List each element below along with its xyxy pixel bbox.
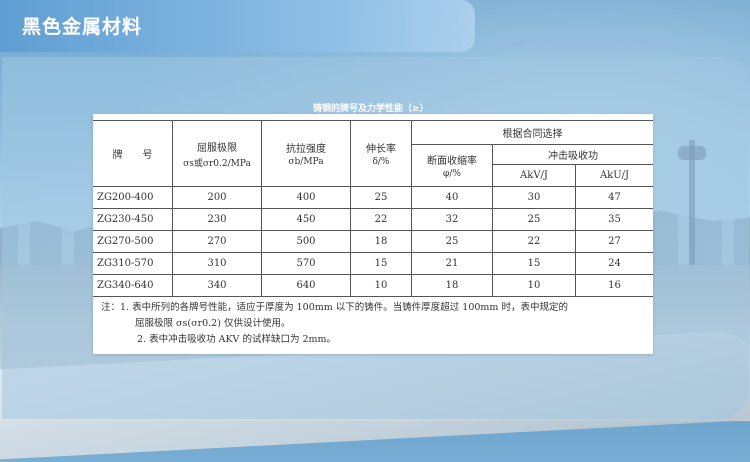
table-row: ZG270-500 270 500 18 25 22 27 — [93, 230, 653, 253]
note-line-3: 2. 表中冲击吸收功 AKV 的试样缺口为 2mm。 — [137, 334, 337, 345]
note-line-2: 屈服极限 σs(σr0.2) 仅供设计使用。 — [135, 318, 291, 329]
cell-elongation: 10 — [350, 274, 412, 297]
header-aku: AkU/J — [575, 164, 653, 187]
cell-tensile: 640 — [261, 274, 351, 297]
header-grade: 牌 号 — [93, 120, 173, 187]
header-elongation-label: 伸长率 — [366, 144, 396, 155]
table-row: ZG340-640 340 640 10 18 10 16 — [93, 274, 653, 297]
cell-akv: 15 — [492, 252, 576, 275]
document-image: 牌 号 屈服极限 σs或σr0.2/MPa 抗拉强度 σb/MPa 伸长率 δ/… — [93, 114, 653, 354]
header-reduction-unit: φ/% — [443, 169, 461, 179]
header-yield-label: 屈服极限 — [197, 142, 237, 154]
cell-aku: 24 — [575, 252, 653, 275]
cell-reduction: 25 — [411, 230, 493, 253]
table-title: 铸钢的牌号及力学性能（≥） — [313, 104, 429, 114]
cell-aku: 35 — [575, 208, 653, 231]
header-tensile: 抗拉强度 σb/MPa — [261, 120, 351, 187]
cell-tensile: 570 — [261, 252, 351, 275]
cell-elongation: 15 — [350, 252, 412, 275]
cell-reduction: 18 — [411, 274, 493, 297]
cell-tensile: 450 — [261, 208, 351, 231]
header-impact-group: 冲击吸收功 — [492, 144, 653, 165]
header-yield: 屈服极限 σs或σr0.2/MPa — [172, 120, 262, 187]
cell-reduction: 40 — [411, 186, 493, 209]
table-notes: 注：1. 表中所列的各牌号性能，适应于厚度为 100mm 以下的铸件。当铸件厚度… — [101, 300, 646, 348]
title-bar: 黑色金属材料 — [0, 0, 475, 52]
table-row: ZG310-570 310 570 15 21 15 24 — [93, 252, 653, 275]
cell-grade: ZG230-450 — [93, 208, 173, 231]
cell-yield: 230 — [172, 208, 262, 231]
cell-tensile: 500 — [261, 230, 351, 253]
cell-yield: 310 — [172, 252, 262, 275]
cell-tensile: 400 — [261, 186, 351, 209]
cell-grade: ZG340-640 — [93, 274, 173, 297]
table-row: ZG230-450 230 450 22 32 25 35 — [93, 208, 653, 231]
cell-akv: 25 — [492, 208, 576, 231]
cell-grade: ZG270-500 — [93, 230, 173, 253]
header-reduction: 断面收缩率 φ/% — [411, 144, 493, 187]
header-elongation: 伸长率 δ/% — [350, 120, 412, 187]
header-yield-unit: σs或σr0.2/MPa — [183, 158, 251, 169]
cell-reduction: 21 — [411, 252, 493, 275]
header-elongation-unit: δ/% — [372, 157, 390, 167]
cell-aku: 47 — [575, 186, 653, 209]
cell-elongation: 22 — [350, 208, 412, 231]
cell-elongation: 25 — [350, 186, 412, 209]
cell-elongation: 18 — [350, 230, 412, 253]
cell-yield: 200 — [172, 186, 262, 209]
page-title: 黑色金属材料 — [22, 16, 143, 38]
header-contract-group: 根据合同选择 — [411, 120, 653, 145]
cell-reduction: 32 — [411, 208, 493, 231]
table-header-row: 牌 号 屈服极限 σs或σr0.2/MPa 抗拉强度 σb/MPa 伸长率 δ/… — [93, 120, 653, 187]
cell-grade: ZG310-570 — [93, 252, 173, 275]
cell-grade: ZG200-400 — [93, 186, 173, 209]
cell-akv: 22 — [492, 230, 576, 253]
header-tensile-unit: σb/MPa — [288, 157, 324, 167]
note-line-1: 注：1. 表中所列的各牌号性能，适应于厚度为 100mm 以下的铸件。当铸件厚度… — [101, 302, 568, 313]
cell-yield: 270 — [172, 230, 262, 253]
cell-aku: 16 — [575, 274, 653, 297]
cell-yield: 340 — [172, 274, 262, 297]
cell-akv: 10 — [492, 274, 576, 297]
properties-table: 牌 号 屈服极限 σs或σr0.2/MPa 抗拉强度 σb/MPa 伸长率 δ/… — [93, 120, 653, 297]
header-tensile-label: 抗拉强度 — [286, 144, 326, 155]
header-reduction-label: 断面收缩率 — [427, 156, 477, 167]
cell-aku: 27 — [575, 230, 653, 253]
cell-akv: 30 — [492, 186, 576, 209]
table-row: ZG200-400 200 400 25 40 30 47 — [93, 186, 653, 209]
header-akv: AkV/J — [492, 164, 576, 187]
